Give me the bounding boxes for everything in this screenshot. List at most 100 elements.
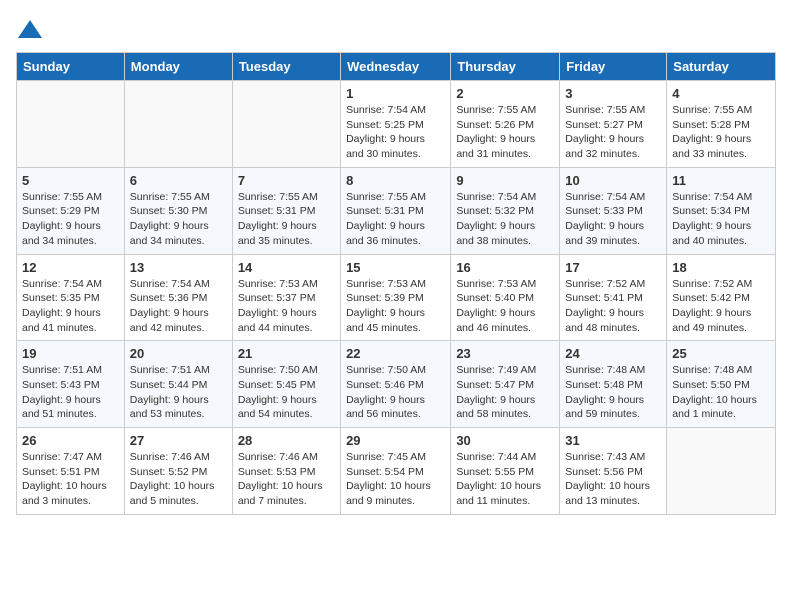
- day-info: Sunrise: 7:55 AM Sunset: 5:31 PM Dayligh…: [238, 190, 335, 249]
- day-number: 19: [22, 346, 119, 361]
- calendar-cell: 30 Sunrise: 7:44 AM Sunset: 5:55 PM Dayli…: [451, 428, 560, 515]
- calendar-cell: 13 Sunrise: 7:54 AM Sunset: 5:36 PM Dayli…: [124, 254, 232, 341]
- day-info: Sunrise: 7:55 AM Sunset: 5:30 PM Dayligh…: [130, 190, 227, 249]
- day-info: Sunrise: 7:55 AM Sunset: 5:26 PM Dayligh…: [456, 103, 554, 162]
- day-info: Sunrise: 7:47 AM Sunset: 5:51 PM Dayligh…: [22, 450, 119, 509]
- day-number: 28: [238, 433, 335, 448]
- day-info: Sunrise: 7:44 AM Sunset: 5:55 PM Dayligh…: [456, 450, 554, 509]
- calendar-cell: 3 Sunrise: 7:55 AM Sunset: 5:27 PM Daylig…: [560, 81, 667, 168]
- day-number: 23: [456, 346, 554, 361]
- day-number: 11: [672, 173, 770, 188]
- day-number: 31: [565, 433, 661, 448]
- weekday-header-wednesday: Wednesday: [341, 53, 451, 81]
- day-info: Sunrise: 7:54 AM Sunset: 5:25 PM Dayligh…: [346, 103, 445, 162]
- day-info: Sunrise: 7:50 AM Sunset: 5:46 PM Dayligh…: [346, 363, 445, 422]
- page-header: [16, 16, 776, 44]
- day-number: 14: [238, 260, 335, 275]
- calendar-cell: 4 Sunrise: 7:55 AM Sunset: 5:28 PM Daylig…: [667, 81, 776, 168]
- calendar-cell: 24 Sunrise: 7:48 AM Sunset: 5:48 PM Dayli…: [560, 341, 667, 428]
- day-number: 18: [672, 260, 770, 275]
- calendar-cell: 12Sunrise: 7:54 AM Sunset: 5:35 PM Dayli…: [17, 254, 125, 341]
- day-info: Sunrise: 7:51 AM Sunset: 5:44 PM Dayligh…: [130, 363, 227, 422]
- day-number: 22: [346, 346, 445, 361]
- calendar-cell: 17 Sunrise: 7:52 AM Sunset: 5:41 PM Dayli…: [560, 254, 667, 341]
- day-info: Sunrise: 7:53 AM Sunset: 5:40 PM Dayligh…: [456, 277, 554, 336]
- calendar-cell: 16 Sunrise: 7:53 AM Sunset: 5:40 PM Dayli…: [451, 254, 560, 341]
- calendar-cell: 5Sunrise: 7:55 AM Sunset: 5:29 PM Daylig…: [17, 167, 125, 254]
- day-number: 13: [130, 260, 227, 275]
- calendar-cell: 20 Sunrise: 7:51 AM Sunset: 5:44 PM Dayli…: [124, 341, 232, 428]
- calendar-cell: 25 Sunrise: 7:48 AM Sunset: 5:50 PM Dayli…: [667, 341, 776, 428]
- calendar-cell: 2 Sunrise: 7:55 AM Sunset: 5:26 PM Daylig…: [451, 81, 560, 168]
- day-info: Sunrise: 7:54 AM Sunset: 5:32 PM Dayligh…: [456, 190, 554, 249]
- calendar-cell: 23 Sunrise: 7:49 AM Sunset: 5:47 PM Dayli…: [451, 341, 560, 428]
- day-number: 27: [130, 433, 227, 448]
- day-info: Sunrise: 7:50 AM Sunset: 5:45 PM Dayligh…: [238, 363, 335, 422]
- day-info: Sunrise: 7:48 AM Sunset: 5:48 PM Dayligh…: [565, 363, 661, 422]
- day-number: 8: [346, 173, 445, 188]
- calendar-cell: 19 Sunrise: 7:51 AM Sunset: 5:43 PM Dayli…: [17, 341, 125, 428]
- calendar-cell: [667, 428, 776, 515]
- day-number: 29: [346, 433, 445, 448]
- day-info: Sunrise: 7:48 AM Sunset: 5:50 PM Dayligh…: [672, 363, 770, 422]
- day-info: Sunrise: 7:52 AM Sunset: 5:42 PM Dayligh…: [672, 277, 770, 336]
- weekday-header-tuesday: Tuesday: [232, 53, 340, 81]
- calendar-cell: 28 Sunrise: 7:46 AM Sunset: 5:53 PM Dayli…: [232, 428, 340, 515]
- calendar-cell: 9 Sunrise: 7:54 AM Sunset: 5:32 PM Daylig…: [451, 167, 560, 254]
- day-info: Sunrise: 7:54 AM Sunset: 5:36 PM Dayligh…: [130, 277, 227, 336]
- day-info: Sunrise: 7:51 AM Sunset: 5:43 PM Dayligh…: [22, 363, 119, 422]
- calendar-cell: 18 Sunrise: 7:52 AM Sunset: 5:42 PM Dayli…: [667, 254, 776, 341]
- calendar-cell: [232, 81, 340, 168]
- day-number: 5: [22, 173, 119, 188]
- calendar-cell: 26 Sunrise: 7:47 AM Sunset: 5:51 PM Dayli…: [17, 428, 125, 515]
- day-number: 20: [130, 346, 227, 361]
- day-info: Sunrise: 7:54 AM Sunset: 5:33 PM Dayligh…: [565, 190, 661, 249]
- day-number: 4: [672, 86, 770, 101]
- day-info: Sunrise: 7:52 AM Sunset: 5:41 PM Dayligh…: [565, 277, 661, 336]
- calendar-cell: 29Sunrise: 7:45 AM Sunset: 5:54 PM Dayli…: [341, 428, 451, 515]
- calendar-table: SundayMondayTuesdayWednesdayThursdayFrid…: [16, 52, 776, 515]
- weekday-header-saturday: Saturday: [667, 53, 776, 81]
- day-number: 10: [565, 173, 661, 188]
- day-info: Sunrise: 7:55 AM Sunset: 5:31 PM Dayligh…: [346, 190, 445, 249]
- day-number: 26: [22, 433, 119, 448]
- day-info: Sunrise: 7:49 AM Sunset: 5:47 PM Dayligh…: [456, 363, 554, 422]
- weekday-header-friday: Friday: [560, 53, 667, 81]
- calendar-cell: 27 Sunrise: 7:46 AM Sunset: 5:52 PM Dayli…: [124, 428, 232, 515]
- day-number: 24: [565, 346, 661, 361]
- day-number: 12: [22, 260, 119, 275]
- calendar-cell: 21Sunrise: 7:50 AM Sunset: 5:45 PM Dayli…: [232, 341, 340, 428]
- weekday-header-sunday: Sunday: [17, 53, 125, 81]
- calendar-cell: [17, 81, 125, 168]
- week-row-2: 5Sunrise: 7:55 AM Sunset: 5:29 PM Daylig…: [17, 167, 776, 254]
- day-info: Sunrise: 7:54 AM Sunset: 5:34 PM Dayligh…: [672, 190, 770, 249]
- day-number: 16: [456, 260, 554, 275]
- day-number: 3: [565, 86, 661, 101]
- day-info: Sunrise: 7:53 AM Sunset: 5:37 PM Dayligh…: [238, 277, 335, 336]
- week-row-1: 1 Sunrise: 7:54 AM Sunset: 5:25 PM Daylig…: [17, 81, 776, 168]
- calendar-cell: 15Sunrise: 7:53 AM Sunset: 5:39 PM Dayli…: [341, 254, 451, 341]
- calendar-cell: 31 Sunrise: 7:43 AM Sunset: 5:56 PM Dayli…: [560, 428, 667, 515]
- day-info: Sunrise: 7:43 AM Sunset: 5:56 PM Dayligh…: [565, 450, 661, 509]
- calendar-cell: 8 Sunrise: 7:55 AM Sunset: 5:31 PM Daylig…: [341, 167, 451, 254]
- day-info: Sunrise: 7:55 AM Sunset: 5:27 PM Dayligh…: [565, 103, 661, 162]
- day-number: 17: [565, 260, 661, 275]
- calendar-cell: 6 Sunrise: 7:55 AM Sunset: 5:30 PM Daylig…: [124, 167, 232, 254]
- calendar-cell: 10 Sunrise: 7:54 AM Sunset: 5:33 PM Dayli…: [560, 167, 667, 254]
- calendar-cell: 22 Sunrise: 7:50 AM Sunset: 5:46 PM Dayli…: [341, 341, 451, 428]
- day-number: 2: [456, 86, 554, 101]
- day-number: 25: [672, 346, 770, 361]
- weekday-header-thursday: Thursday: [451, 53, 560, 81]
- day-number: 7: [238, 173, 335, 188]
- day-info: Sunrise: 7:55 AM Sunset: 5:28 PM Dayligh…: [672, 103, 770, 162]
- day-number: 1: [346, 86, 445, 101]
- calendar-cell: 14 Sunrise: 7:53 AM Sunset: 5:37 PM Dayli…: [232, 254, 340, 341]
- calendar-cell: [124, 81, 232, 168]
- calendar-cell: 11 Sunrise: 7:54 AM Sunset: 5:34 PM Dayli…: [667, 167, 776, 254]
- day-number: 6: [130, 173, 227, 188]
- week-row-5: 26 Sunrise: 7:47 AM Sunset: 5:51 PM Dayli…: [17, 428, 776, 515]
- day-info: Sunrise: 7:46 AM Sunset: 5:53 PM Dayligh…: [238, 450, 335, 509]
- day-info: Sunrise: 7:46 AM Sunset: 5:52 PM Dayligh…: [130, 450, 227, 509]
- day-number: 9: [456, 173, 554, 188]
- day-number: 30: [456, 433, 554, 448]
